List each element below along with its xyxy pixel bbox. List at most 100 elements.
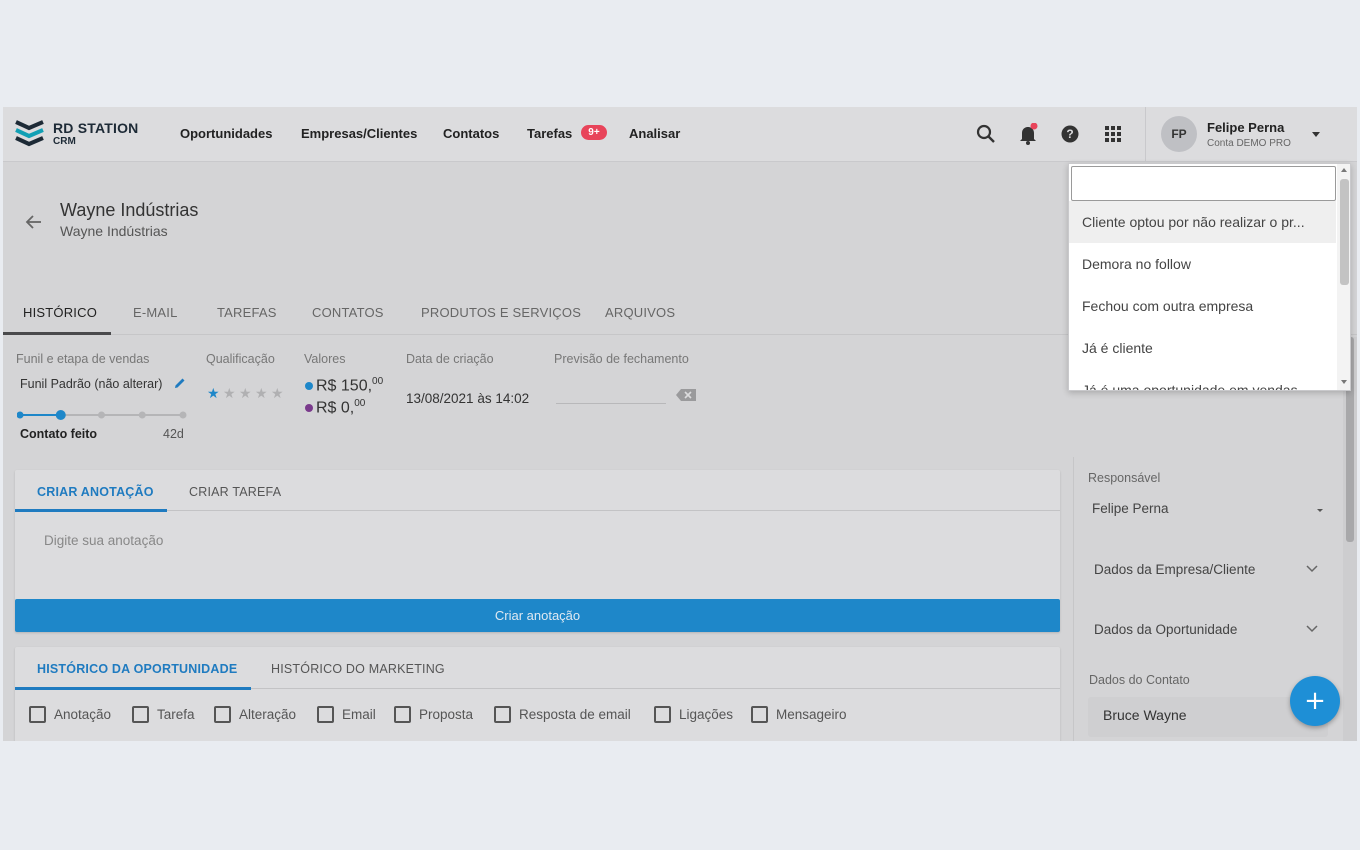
chevron-down-icon[interactable] (1305, 563, 1319, 573)
brand-product: CRM (53, 136, 76, 147)
scroll-down-icon[interactable] (1340, 379, 1348, 385)
stage-dot[interactable] (179, 411, 187, 419)
recurring-value-dot (305, 404, 313, 412)
app-window: RD STATION CRM Oportunidades Empresas/Cl… (3, 107, 1357, 741)
created-value: 13/08/2021 às 14:02 (406, 391, 530, 406)
filter-mensageiro[interactable]: Mensageiro (751, 706, 847, 726)
nav-oportunidades[interactable]: Oportunidades (180, 126, 272, 141)
filter-proposta[interactable]: Proposta (394, 706, 473, 726)
star-icon[interactable]: ★ (271, 386, 284, 402)
star-icon[interactable]: ★ (223, 386, 236, 402)
stage-dot[interactable] (98, 411, 105, 419)
checkbox[interactable] (214, 706, 231, 723)
chevron-down-icon[interactable] (1305, 623, 1319, 633)
caret-down-icon[interactable] (1315, 506, 1325, 514)
page-title: Wayne Indústrias (60, 200, 199, 220)
rating-stars[interactable]: ★ ★ ★ ★ ★ (207, 386, 297, 402)
active-tab-indicator (15, 687, 251, 690)
search-icon[interactable] (975, 123, 997, 145)
tasks-badge: 9+ (581, 125, 607, 140)
bell-icon[interactable] (1017, 123, 1039, 145)
forecast-label: Previsão de fechamento (554, 352, 689, 366)
dropdown-search-input[interactable] (1071, 166, 1336, 201)
nav-analisar[interactable]: Analisar (629, 126, 680, 141)
filter-resposta-email[interactable]: Resposta de email (494, 706, 631, 726)
star-icon[interactable]: ★ (207, 386, 220, 402)
help-icon[interactable]: ? (1059, 123, 1081, 145)
svg-text:?: ? (1066, 127, 1073, 141)
user-menu[interactable]: FP Felipe Perna Conta DEMO PRO (1145, 107, 1357, 162)
stage-dot[interactable] (138, 411, 146, 419)
star-icon[interactable]: ★ (255, 386, 268, 402)
tab-criar-tarefa[interactable]: CRIAR TAREFA (189, 485, 281, 499)
dropdown-option[interactable]: Já é cliente (1069, 327, 1336, 369)
add-fab-button[interactable]: + (1290, 676, 1340, 726)
checkbox[interactable] (494, 706, 511, 723)
sales-stage-progress[interactable] (17, 408, 189, 422)
dropdown-scrollbar[interactable] (1337, 164, 1350, 390)
funnel-value: Funil Padrão (não alterar) (20, 377, 163, 391)
rd-logo-icon (15, 120, 44, 147)
right-panel-divider (1073, 457, 1074, 741)
checkbox[interactable] (29, 706, 46, 723)
tab-tarefas[interactable]: TAREFAS (217, 305, 277, 320)
scrollbar-thumb[interactable] (1340, 179, 1349, 285)
user-name: Felipe Perna (1207, 120, 1285, 135)
dropdown-option[interactable]: Fechou com outra empresa (1069, 285, 1336, 327)
checkbox[interactable] (132, 706, 149, 723)
tab-arquivos[interactable]: ARQUIVOS (605, 305, 675, 320)
nav-contatos[interactable]: Contatos (443, 126, 499, 141)
filter-alteracao[interactable]: Alteração (214, 706, 296, 726)
tab-email[interactable]: E-MAIL (133, 305, 178, 320)
active-tab-indicator (15, 509, 167, 512)
page-scrollbar[interactable] (1343, 337, 1357, 741)
tab-historico[interactable]: HISTÓRICO (23, 305, 97, 320)
tab-produtos-servicos[interactable]: PRODUTOS E SERVIÇOS (421, 305, 581, 320)
tab-historico-oportunidade[interactable]: HISTÓRICO DA OPORTUNIDADE (37, 662, 237, 676)
stage-name: Contato feito (20, 427, 98, 441)
history-card: HISTÓRICO DA OPORTUNIDADE HISTÓRICO DO M… (15, 647, 1060, 741)
tab-contatos[interactable]: CONTATOS (312, 305, 384, 320)
values-label: Valores (304, 352, 346, 366)
clear-date-icon[interactable] (675, 388, 697, 402)
avatar: FP (1161, 116, 1197, 152)
nav-empresas-clientes[interactable]: Empresas/Clientes (301, 126, 417, 141)
tab-criar-anotacao[interactable]: CRIAR ANOTAÇÃO (37, 485, 154, 499)
stage-dot[interactable] (17, 411, 24, 419)
create-note-button[interactable]: Criar anotação (15, 599, 1060, 632)
pencil-icon[interactable] (174, 377, 186, 389)
company-data-section[interactable]: Dados da Empresa/Cliente (1094, 562, 1255, 577)
contact-data-label: Dados do Contato (1089, 673, 1190, 687)
dropdown-option[interactable]: Já é uma oportunidade em vendas (1069, 369, 1336, 390)
checkbox[interactable] (751, 706, 768, 723)
note-textarea[interactable]: Digite sua anotação (44, 533, 163, 548)
dropdown-option[interactable]: Cliente optou por não realizar o pr... (1069, 201, 1336, 243)
filter-email[interactable]: Email (317, 706, 376, 726)
checkbox[interactable] (394, 706, 411, 723)
checkbox[interactable] (317, 706, 334, 723)
user-account: Conta DEMO PRO (1207, 138, 1291, 149)
scroll-up-icon[interactable] (1340, 167, 1348, 173)
opportunity-data-section[interactable]: Dados da Oportunidade (1094, 622, 1237, 637)
tab-historico-marketing[interactable]: HISTÓRICO DO MARKETING (271, 662, 445, 676)
page-subtitle: Wayne Indústrias (60, 223, 168, 239)
filter-anotacao[interactable]: Anotação (29, 706, 111, 726)
rating-label: Qualificação (206, 352, 275, 366)
apps-grid-icon[interactable] (1102, 123, 1124, 145)
caret-down-icon[interactable] (1310, 129, 1322, 139)
back-arrow-icon[interactable] (23, 211, 45, 233)
nav-tarefas[interactable]: Tarefas (527, 126, 572, 141)
stage-dot[interactable] (55, 410, 66, 420)
filter-ligacoes[interactable]: Ligações (654, 706, 733, 726)
checkbox[interactable] (654, 706, 671, 723)
brand-name: RD STATION (53, 120, 139, 136)
active-tab-indicator (3, 332, 111, 335)
forecast-date-input[interactable] (556, 403, 666, 404)
responsible-select[interactable]: Felipe Perna (1092, 501, 1169, 516)
brand-logo[interactable]: RD STATION CRM (15, 119, 145, 149)
contact-name[interactable]: Bruce Wayne (1103, 707, 1187, 723)
dropdown-option[interactable]: Demora no follow (1069, 243, 1336, 285)
created-label: Data de criação (406, 352, 494, 366)
filter-tarefa[interactable]: Tarefa (132, 706, 195, 726)
star-icon[interactable]: ★ (239, 386, 252, 402)
